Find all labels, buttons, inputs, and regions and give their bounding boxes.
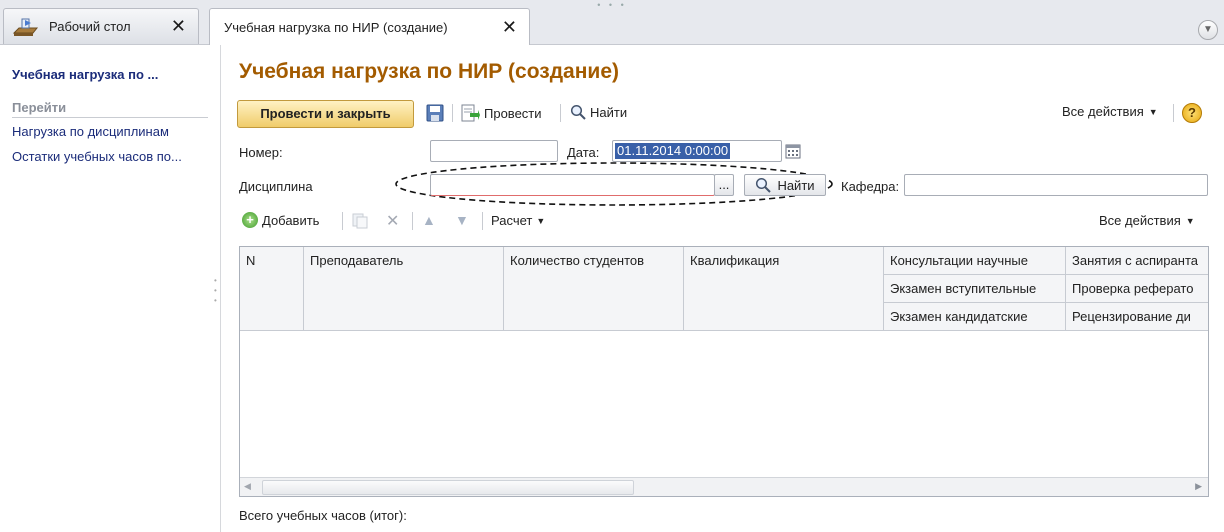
section-heading: Перейти <box>12 100 67 115</box>
calc-menu-label: Расчет <box>491 213 533 228</box>
column-header-essay-check[interactable]: Проверка реферато <box>1066 275 1208 303</box>
post-button[interactable]: Провести <box>460 104 542 122</box>
close-icon[interactable]: ✕ <box>502 17 517 38</box>
add-icon: + <box>242 212 258 228</box>
tab-desktop-label: Рабочий стол <box>49 19 131 34</box>
navigation-panel: Учебная нагрузка по ... Перейти Нагрузка… <box>0 45 221 532</box>
scroll-thumb[interactable] <box>262 480 634 495</box>
chevron-down-icon: ▼ <box>1203 24 1213 35</box>
discipline-label: Дисциплина <box>239 179 313 194</box>
help-icon[interactable]: ? <box>1182 103 1202 123</box>
search-icon <box>570 104 586 120</box>
discipline-input[interactable] <box>430 174 715 196</box>
all-actions-menu[interactable]: Все действия ▼ <box>1062 104 1158 119</box>
column-header-students[interactable]: Количество студентов <box>504 247 684 331</box>
panel-title: Учебная нагрузка по ... <box>12 67 159 82</box>
toolbar-separator <box>412 212 413 230</box>
tabs-menu-button[interactable]: ▼ <box>1198 20 1218 40</box>
tab-bar: • • • Рабочий стол ✕ Учебная нагрузка по… <box>0 0 1224 45</box>
desktop-icon <box>12 17 39 37</box>
close-icon[interactable]: ✕ <box>171 16 186 37</box>
delete-row-icon[interactable]: ✕ <box>386 211 399 231</box>
dropdown-arrow-icon: ▼ <box>1185 215 1195 226</box>
all-actions-label: Все действия <box>1062 104 1144 119</box>
tab-nir-load[interactable]: Учебная нагрузка по НИР (создание) ✕ <box>209 8 530 45</box>
dropdown-arrow-icon: ▼ <box>1148 106 1158 117</box>
discipline-find-button[interactable]: Найти <box>744 174 826 196</box>
add-row-button[interactable]: + Добавить <box>242 212 319 228</box>
find-button[interactable]: Найти <box>570 104 627 120</box>
toolbar-separator <box>1173 104 1174 122</box>
move-up-icon[interactable]: ▲ <box>422 212 436 228</box>
splitter-handle[interactable]: • • • <box>214 276 219 306</box>
section-divider <box>12 117 208 118</box>
post-button-label: Провести <box>484 105 542 121</box>
column-header-postgrad-classes[interactable]: Занятия с аспиранта <box>1066 247 1208 275</box>
toolbar-separator <box>482 212 483 230</box>
resize-grip[interactable]: • • • <box>585 0 639 10</box>
scroll-left-arrow[interactable]: ◀ <box>244 481 251 492</box>
date-value: 01.11.2014 0:00:00 <box>615 143 731 159</box>
search-icon <box>755 177 772 193</box>
link-remaining-hours[interactable]: Остатки учебных часов по... <box>12 149 182 164</box>
toolbar-separator <box>342 212 343 230</box>
tab-active-label: Учебная нагрузка по НИР (создание) <box>224 19 448 35</box>
table-all-actions-label: Все действия <box>1099 213 1181 228</box>
column-header-entrance-exam[interactable]: Экзамен вступительные <box>884 275 1066 303</box>
column-header-candidate-exam[interactable]: Экзамен кандидатские <box>884 303 1066 331</box>
find-button-label: Найти <box>590 104 628 120</box>
table-body <box>240 331 1208 478</box>
horizontal-scrollbar[interactable]: ◀ ▶ <box>240 477 1208 496</box>
post-and-close-button[interactable]: Провести и закрыть <box>237 100 414 128</box>
column-header-teacher[interactable]: Преподаватель <box>304 247 504 331</box>
save-icon[interactable] <box>426 104 444 122</box>
link-discipline-load[interactable]: Нагрузка по дисциплинам <box>12 124 169 139</box>
department-input[interactable] <box>904 174 1208 196</box>
calc-menu[interactable]: Расчет ▼ <box>491 213 545 228</box>
move-down-icon[interactable]: ▼ <box>455 212 469 228</box>
dropdown-arrow-icon: ▼ <box>536 215 546 226</box>
department-label: Кафедра: <box>841 179 900 194</box>
column-header-qualification[interactable]: Квалификация <box>684 247 884 331</box>
total-hours-label: Всего учебных часов (итог): <box>239 508 407 523</box>
page-title: Учебная нагрузка по НИР (создание) <box>239 60 619 83</box>
scroll-right-arrow[interactable]: ▶ <box>1195 481 1202 492</box>
copy-row-icon[interactable] <box>352 213 368 229</box>
toolbar-separator <box>560 104 561 122</box>
date-input[interactable]: 01.11.2014 0:00:00 <box>612 140 782 162</box>
post-icon <box>460 104 480 122</box>
data-table[interactable]: N Преподаватель Количество студентов Ква… <box>239 246 1209 497</box>
number-input[interactable] <box>430 140 558 162</box>
add-row-label: Добавить <box>262 212 320 228</box>
toolbar-separator <box>452 104 453 122</box>
discipline-find-label: Найти <box>777 177 815 193</box>
column-header-consult[interactable]: Консультации научные <box>884 247 1066 275</box>
tab-desktop[interactable]: Рабочий стол ✕ <box>3 8 199 44</box>
discipline-select-button[interactable]: ... <box>714 174 734 196</box>
number-label: Номер: <box>239 145 283 160</box>
column-header-review[interactable]: Рецензирование ди <box>1066 303 1208 331</box>
calendar-icon[interactable] <box>785 143 801 159</box>
column-header-n[interactable]: N <box>240 247 304 331</box>
date-label: Дата: <box>567 145 600 160</box>
table-all-actions-menu[interactable]: Все действия ▼ <box>1099 213 1195 228</box>
